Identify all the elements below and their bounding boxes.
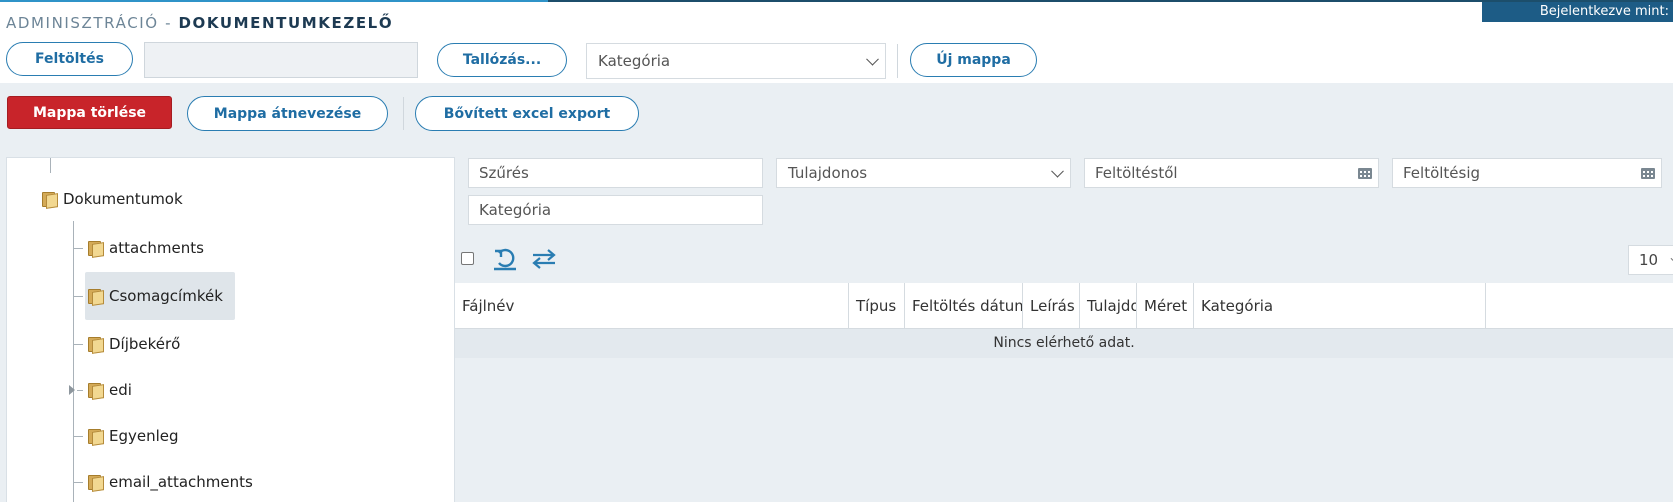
tree-connector [73, 221, 74, 502]
owner-select[interactable]: Tulajdonos [776, 158, 1071, 188]
search-filter-input[interactable]: Szűrés [468, 158, 763, 188]
folder-icon [87, 473, 105, 492]
breadcrumb-section[interactable]: ADMINISZTRÁCIÓ [6, 14, 159, 32]
tree-item-label: attachments [109, 239, 204, 257]
rename-folder-button[interactable]: Mappa átnevezése [187, 96, 388, 131]
tree-root-node[interactable]: Dokumentumok [41, 186, 183, 212]
refresh-icon[interactable] [492, 247, 518, 271]
category-select-value: Kategória [598, 52, 671, 70]
calendar-icon[interactable] [1358, 166, 1372, 179]
column-header-owner[interactable]: Tulajdonos [1080, 283, 1137, 328]
breadcrumb-separator: - [165, 14, 173, 32]
breadcrumb: ADMINISZTRÁCIÓ - DOKUMENTUMKEZELŐ [6, 14, 393, 32]
category-filter-placeholder: Kategória [479, 201, 552, 219]
column-header-filename[interactable]: Fájlnév [455, 283, 849, 328]
swap-icon[interactable] [531, 247, 557, 271]
category-filter-input[interactable]: Kategória [468, 195, 763, 225]
upload-from-placeholder: Feltöltéstől [1095, 164, 1178, 182]
browse-button[interactable]: Tallózás... [437, 43, 567, 77]
tree-item-label: email_attachments [109, 473, 253, 491]
column-header-size[interactable]: Méret [1137, 283, 1194, 328]
column-header-description[interactable]: Leírás [1023, 283, 1080, 328]
expand-arrow-icon[interactable] [69, 385, 75, 395]
folder-icon [41, 190, 59, 209]
excel-export-button[interactable]: Bővített excel export [415, 96, 639, 131]
owner-select-value: Tulajdonos [788, 164, 868, 182]
folder-icon [87, 381, 105, 400]
toolbar-divider [403, 97, 404, 130]
tree-connector [73, 248, 83, 249]
tree-root-label: Dokumentumok [63, 190, 183, 208]
page-title: DOKUMENTUMKEZELŐ [178, 14, 394, 32]
column-header-type[interactable]: Típus [849, 283, 905, 328]
upload-file-field[interactable] [144, 42, 418, 78]
tree-connector [50, 158, 51, 173]
tree-item-attachments[interactable]: attachments [85, 235, 208, 261]
upload-button[interactable]: Feltöltés [6, 42, 133, 76]
tree-connector [73, 482, 83, 483]
column-header-category[interactable]: Kategória [1194, 283, 1486, 328]
tree-connector [73, 436, 83, 437]
folder-icon [87, 239, 105, 258]
tree-item-dijbekero[interactable]: Díjbekérő [85, 331, 184, 357]
tree-item-label: Csomagcímkék [109, 287, 223, 305]
folder-icon [87, 427, 105, 446]
grid-header-row: Fájlnév Típus Feltöltés dátuma Leírás Tu… [455, 283, 1673, 329]
tree-connector [73, 296, 83, 297]
tree-connector [77, 390, 83, 391]
tree-item-edi[interactable]: edi [85, 377, 136, 403]
folder-icon [87, 287, 105, 306]
select-all-checkbox[interactable] [461, 252, 474, 265]
tree-item-label: Díjbekérő [109, 335, 181, 353]
grid-empty-message: Nincs elérhető adat. [455, 329, 1673, 358]
folder-icon [87, 335, 105, 354]
tree-item-label: edi [109, 381, 132, 399]
upload-from-date-input[interactable]: Feltöltéstől [1084, 158, 1379, 188]
search-filter-placeholder: Szűrés [479, 164, 529, 182]
page-size-select[interactable]: 10 [1628, 245, 1673, 275]
tree-item-email-attachments[interactable]: email_attachments [85, 469, 257, 495]
column-header-upload-date[interactable]: Feltöltés dátuma [905, 283, 1023, 328]
tree-connector [73, 344, 83, 345]
category-select[interactable]: Kategória [586, 43, 886, 79]
toolbar-divider [897, 44, 898, 78]
chevron-down-icon [1051, 164, 1064, 178]
upload-to-placeholder: Feltöltésig [1403, 164, 1481, 182]
delete-folder-button[interactable]: Mappa törlése [7, 96, 172, 129]
chevron-down-icon [866, 52, 879, 66]
tree-item-label: Egyenleg [109, 427, 179, 445]
new-folder-button[interactable]: Új mappa [910, 43, 1037, 77]
documents-grid: Fájlnév Típus Feltöltés dátuma Leírás Tu… [455, 283, 1673, 358]
calendar-icon[interactable] [1641, 166, 1655, 179]
top-border-accent [0, 0, 548, 2]
folder-tree: Dokumentumok attachments Csomagcímkék Dí… [6, 157, 455, 502]
tree-item-csomagcimkek[interactable]: Csomagcímkék [85, 272, 235, 320]
login-status: Bejelentkezve mint: [1481, 2, 1673, 22]
page-size-value: 10 [1639, 251, 1659, 269]
tree-item-egyenleg[interactable]: Egyenleg [85, 423, 183, 449]
upload-to-date-input[interactable]: Feltöltésig [1392, 158, 1662, 188]
